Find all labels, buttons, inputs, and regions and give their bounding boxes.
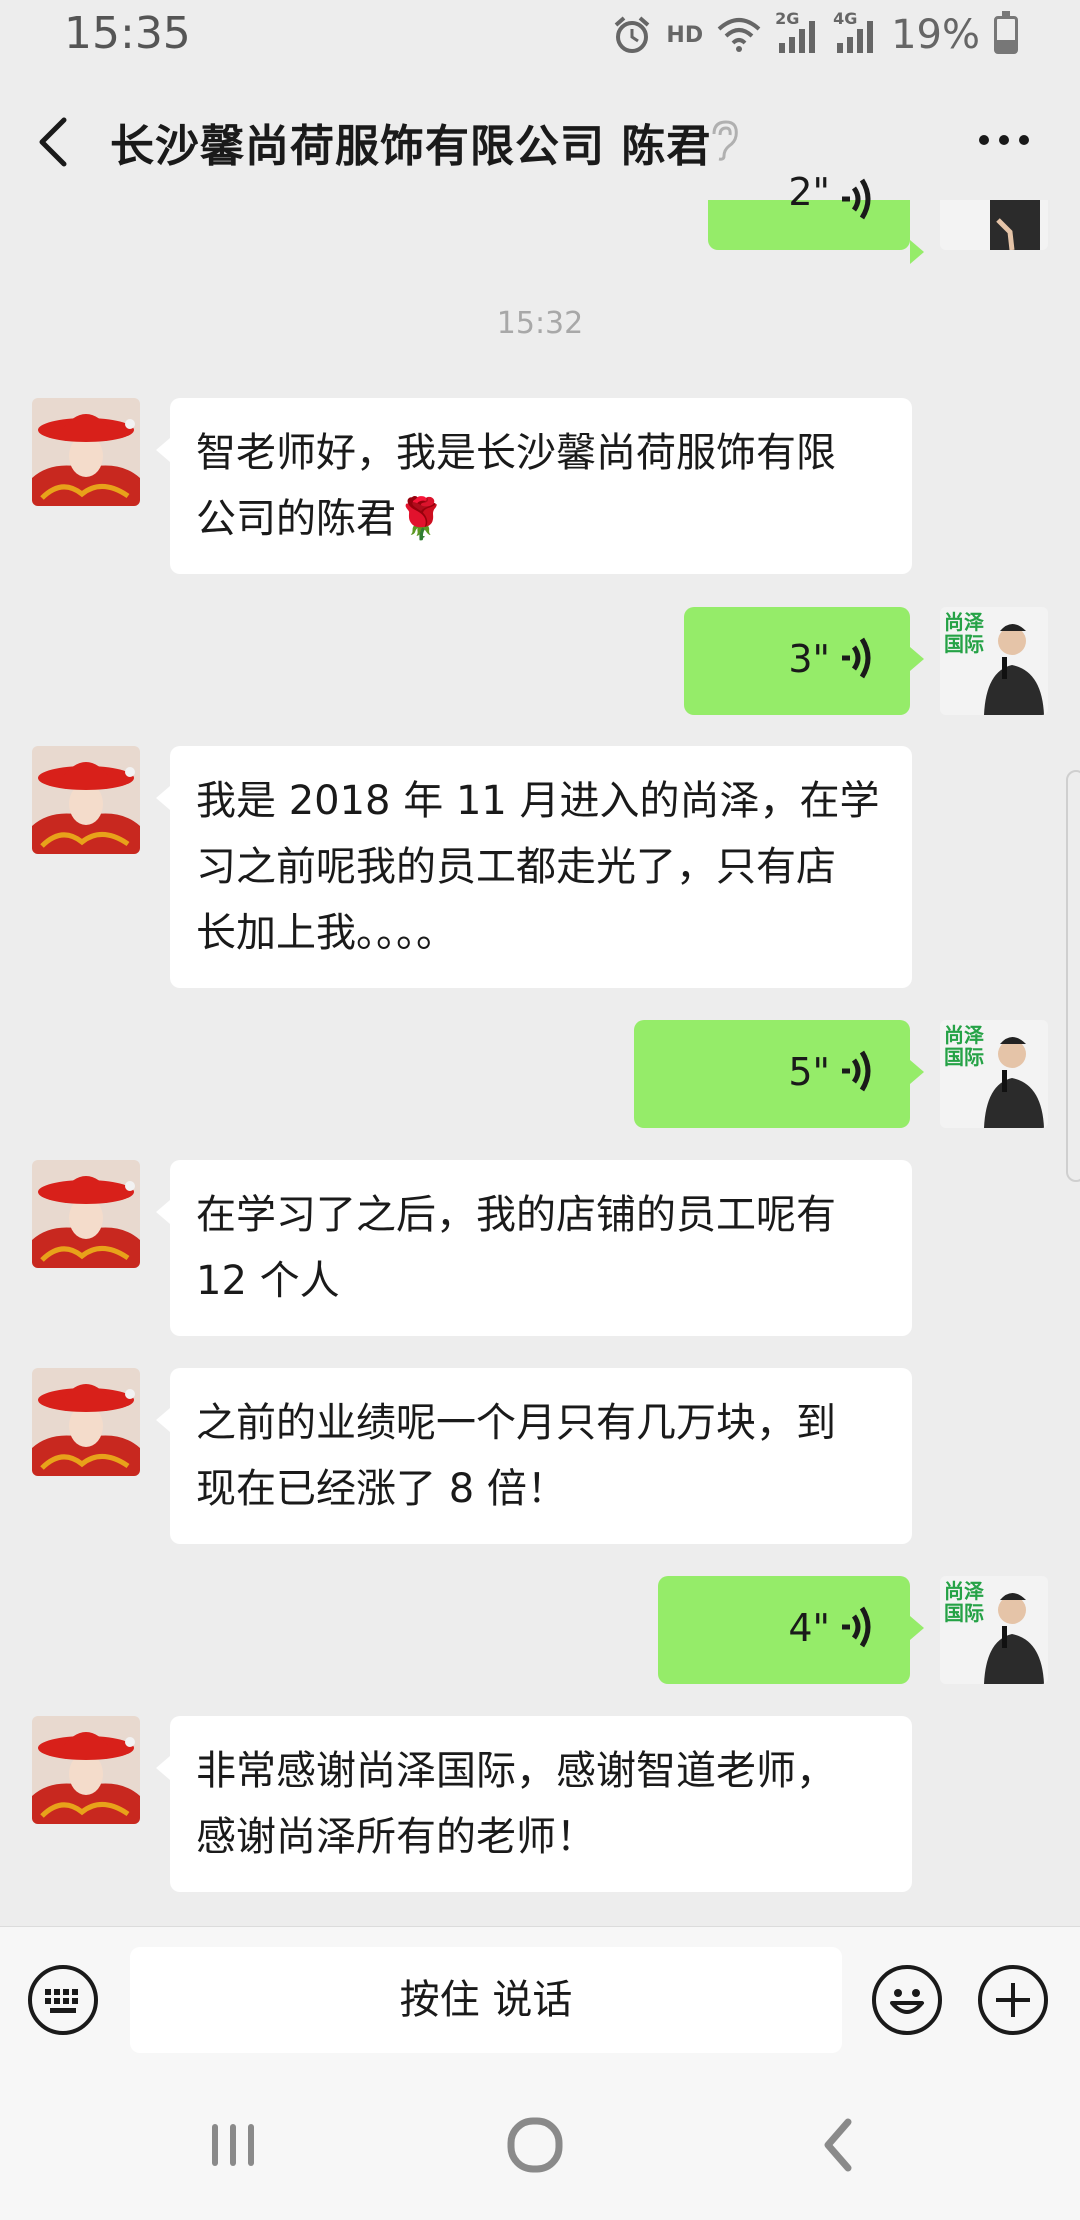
message-line: 非常感谢尚泽国际，感谢智道老师， (196, 1748, 836, 1794)
message-line: 我是 2018 年 11 月进入的尚泽，在学 (196, 778, 880, 824)
emoji-button[interactable] (872, 1965, 942, 2035)
signal-2g-icon: 2G (775, 9, 819, 55)
text-message[interactable]: 在学习了之后，我的店铺的员工呢有 12 个人 (156, 1160, 912, 1336)
contact-avatar[interactable] (32, 1368, 140, 1476)
message-line: 12 个人 (196, 1258, 340, 1304)
battery-icon (994, 11, 1018, 54)
contact-avatar[interactable] (32, 746, 140, 854)
text-message[interactable]: 非常感谢尚泽国际，感谢智道老师， 感谢尚泽所有的老师！ (156, 1716, 912, 1892)
status-icons: HD 2G 4G 19% (612, 9, 1018, 58)
system-back-icon[interactable] (818, 2116, 858, 2174)
earpiece-mode-icon (712, 120, 738, 161)
home-icon[interactable] (506, 2116, 564, 2174)
my-avatar[interactable]: 尚泽 国际 (940, 1020, 1048, 1128)
contact-avatar[interactable] (32, 1160, 140, 1268)
hd-label: HD (666, 22, 704, 48)
status-time: 15:35 (64, 8, 191, 59)
message-line: 在学习了之后，我的店铺的员工呢有 (196, 1192, 836, 1238)
more-options-icon[interactable] (976, 132, 1032, 148)
smiley-icon (890, 1989, 924, 2014)
system-navigation-bar (0, 2072, 1080, 2220)
alarm-icon (615, 16, 650, 53)
keyboard-icon (45, 1989, 78, 2013)
my-avatar[interactable] (940, 200, 1048, 250)
recent-apps-icon[interactable] (208, 2120, 258, 2170)
hold-to-talk-button[interactable]: 按住 说话 (130, 1947, 842, 2053)
message-line: 之前的业绩呢一个月只有几万块，到 (196, 1400, 836, 1446)
voice-wave-icon (842, 178, 871, 220)
wifi-icon (717, 18, 761, 52)
keyboard-toggle-button[interactable] (28, 1965, 98, 2035)
message-line: 习之前呢我的员工都走光了，只有店 (196, 844, 836, 890)
message-line: 长加上我。。。。 (196, 910, 456, 956)
my-avatar[interactable]: 尚泽 国际 (940, 607, 1048, 715)
more-functions-button[interactable] (978, 1965, 1048, 2035)
chat-header: 长沙馨尚荷服饰有限公司 陈君 (0, 72, 1080, 202)
voice-wave-icon (842, 1050, 871, 1092)
voice-message[interactable]: 4" (658, 1576, 924, 1684)
message-line: 智老师好，我是长沙馨尚荷服饰有限 (196, 430, 836, 476)
voice-duration: 2" (788, 170, 830, 214)
voice-duration: 5" (788, 1050, 830, 1094)
text-message[interactable]: 之前的业绩呢一个月只有几万块，到 现在已经涨了 8 倍！ (156, 1368, 912, 1544)
voice-message[interactable]: 5" (634, 1020, 924, 1128)
contact-avatar[interactable] (32, 1716, 140, 1824)
signal-4g-icon: 4G (833, 9, 877, 55)
voice-duration: 4" (788, 1606, 830, 1650)
text-message[interactable]: 智老师好，我是长沙馨尚荷服饰有限 公司的陈君🌹 (156, 398, 912, 574)
message-timestamp: 15:32 (496, 306, 584, 341)
voice-message[interactable]: 3" (684, 607, 924, 715)
message-line: 公司的陈君🌹 (196, 496, 446, 542)
plus-icon (996, 1983, 1030, 2017)
message-line: 感谢尚泽所有的老师！ (196, 1814, 596, 1860)
voice-duration: 3" (788, 637, 830, 681)
contact-avatar[interactable] (32, 398, 140, 506)
text-message[interactable]: 我是 2018 年 11 月进入的尚泽，在学 习之前呢我的员工都走光了，只有店 … (156, 746, 912, 988)
message-line: 现在已经涨了 8 倍！ (196, 1466, 567, 1512)
battery-percent: 19% (891, 12, 980, 58)
status-bar: 15:35 HD 2G 4G 19% (0, 0, 1080, 72)
chat-input-bar: 按住 说话 (0, 1926, 1080, 2073)
scrollbar[interactable] (1066, 770, 1080, 1182)
voice-message[interactable]: 2" (708, 170, 924, 264)
voice-wave-icon (842, 1606, 871, 1648)
my-avatar[interactable]: 尚泽 国际 (940, 1576, 1048, 1684)
chat-title: 长沙馨尚荷服饰有限公司 陈君 (110, 121, 712, 172)
back-arrow-icon[interactable] (30, 112, 80, 172)
voice-wave-icon (842, 637, 871, 679)
